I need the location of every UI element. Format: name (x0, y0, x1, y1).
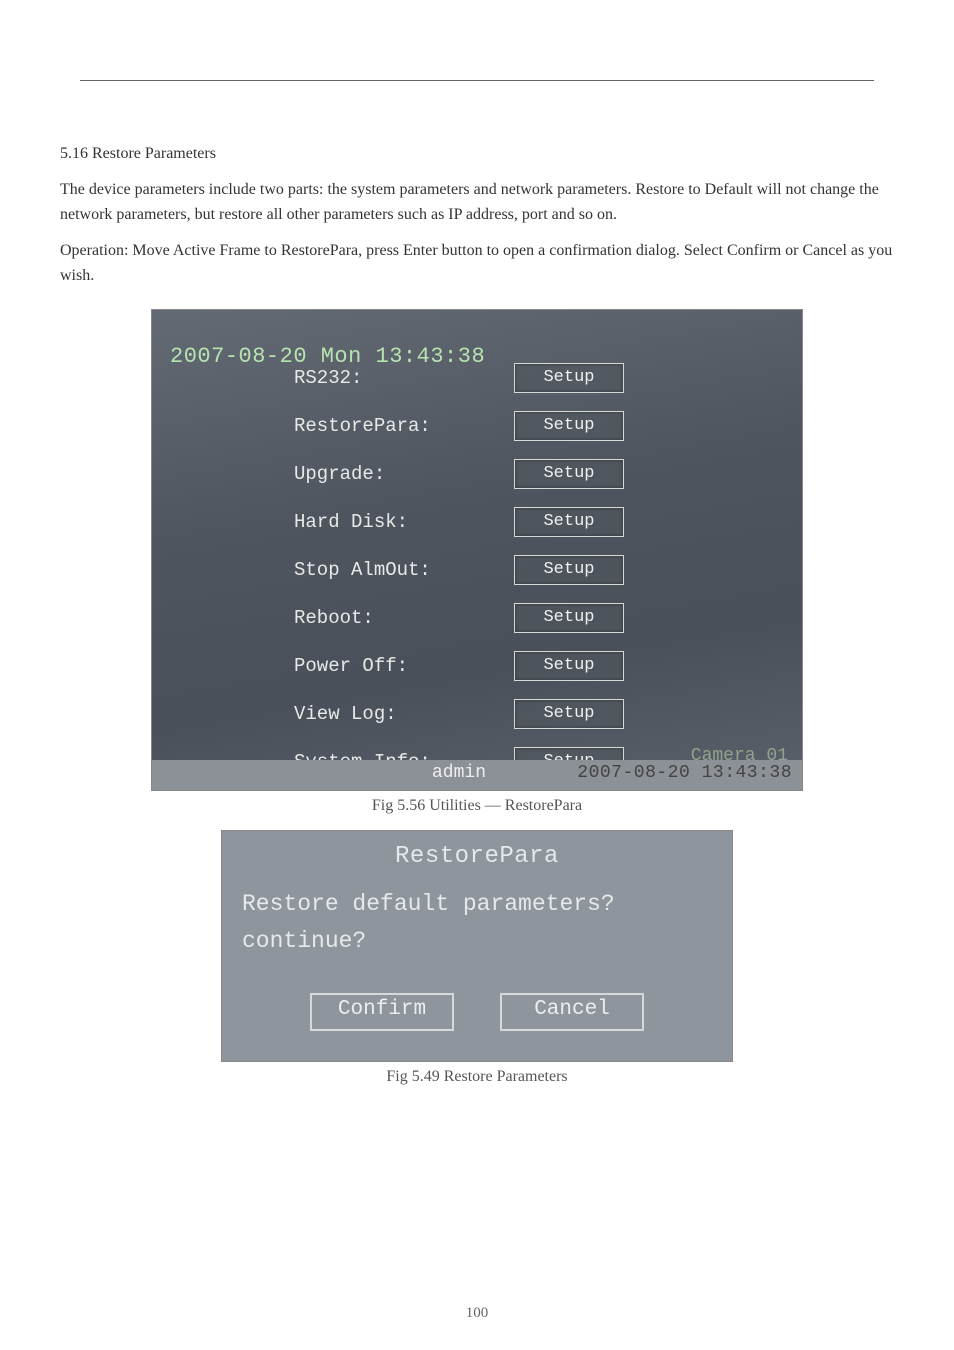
menu-row: Hard Disk:Setup (282, 498, 624, 546)
menu-row-label: Upgrade: (282, 463, 514, 485)
section-heading: 5.16 Restore Parameters (60, 141, 894, 167)
menu-row: View Log:Setup (282, 690, 624, 738)
menu-row: Stop AlmOut:Setup (282, 546, 624, 594)
setup-button[interactable]: Setup (514, 555, 624, 585)
menu-row: Reboot:Setup (282, 594, 624, 642)
menu-row: RestorePara:Setup (282, 402, 624, 450)
menu-row-label: RestorePara: (282, 415, 514, 437)
menu-row-label: Reboot: (282, 607, 514, 629)
status-user: admin (432, 763, 486, 783)
top-rule (80, 80, 874, 81)
menu-row-label: Hard Disk: (282, 511, 514, 533)
caption-1: Fig 5.56 Utilities — RestorePara (60, 797, 894, 815)
dialog-buttons: Confirm Cancel (222, 993, 732, 1031)
setup-button[interactable]: Setup (514, 699, 624, 729)
status-time: 2007-08-20 13:43:38 (577, 763, 792, 783)
menu-row-label: Power Off: (282, 655, 514, 677)
screenshot-utilities: 2007-08-20 Mon 13:43:38 RS232:SetupResto… (151, 309, 803, 791)
menu-row-label: View Log: (282, 703, 514, 725)
setup-button[interactable]: Setup (514, 459, 624, 489)
setup-button[interactable]: Setup (514, 507, 624, 537)
menu-row: Power Off:Setup (282, 642, 624, 690)
dialog-message: Restore default parameters? continue? (222, 870, 732, 960)
menu-rows: RS232:SetupRestorePara:SetupUpgrade:Setu… (282, 354, 624, 786)
body-text: 5.16 Restore Parameters The device param… (60, 141, 894, 289)
setup-button[interactable]: Setup (514, 411, 624, 441)
status-bar: admin 2007-08-20 13:43:38 (152, 760, 802, 790)
screenshot-dialog: RestorePara Restore default parameters? … (221, 830, 733, 1062)
dialog-line1: Restore default parameters? (242, 886, 732, 923)
confirm-button[interactable]: Confirm (310, 993, 454, 1031)
menu-row-label: RS232: (282, 367, 514, 389)
para-description: The device parameters include two parts:… (60, 177, 894, 228)
dialog-title: RestorePara (222, 831, 732, 870)
para-operation: Operation: Move Active Frame to RestoreP… (60, 238, 894, 289)
page-number: 100 (0, 1305, 954, 1322)
caption-2: Fig 5.49 Restore Parameters (60, 1068, 894, 1086)
setup-button[interactable]: Setup (514, 363, 624, 393)
cancel-button[interactable]: Cancel (500, 993, 644, 1031)
setup-button[interactable]: Setup (514, 603, 624, 633)
dialog-line2: continue? (242, 923, 732, 960)
menu-row-label: Stop AlmOut: (282, 559, 514, 581)
menu-row: Upgrade:Setup (282, 450, 624, 498)
menu-row: RS232:Setup (282, 354, 624, 402)
setup-button[interactable]: Setup (514, 651, 624, 681)
